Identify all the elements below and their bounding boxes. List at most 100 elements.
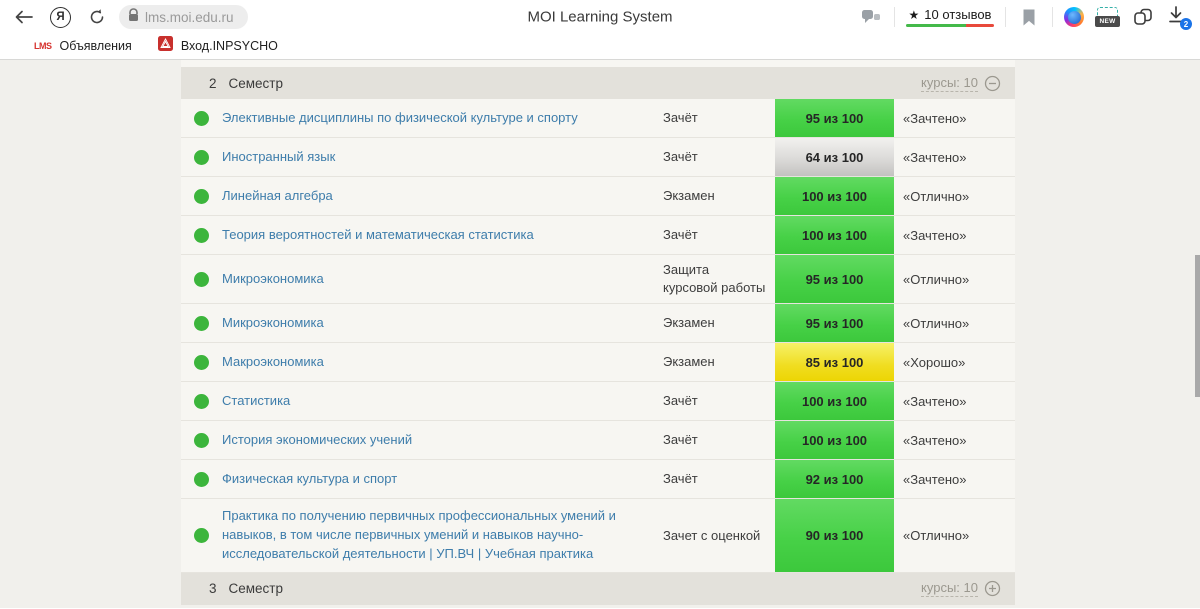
- course-row: Микроэкономика Защита курсовой работы 95…: [181, 255, 1015, 304]
- status-dot-icon: [194, 228, 209, 243]
- course-link[interactable]: Линейная алгебра: [222, 187, 333, 206]
- status-dot-icon: [194, 272, 209, 287]
- bookmark-inpsycho[interactable]: Вход.INPSYCHO: [158, 36, 278, 56]
- score-badge: 100 из 100: [775, 382, 894, 420]
- bookmarks-bar: LMS Объявления Вход.INPSYCHO: [0, 34, 1200, 60]
- reviews-count: 10 отзывов: [924, 7, 991, 22]
- course-link[interactable]: История экономических учений: [222, 431, 412, 450]
- extension-globe-icon[interactable]: [1064, 7, 1084, 27]
- control-type: Экзамен: [663, 177, 775, 215]
- collapse-minus-icon[interactable]: [984, 75, 1001, 92]
- control-type: Защита курсовой работы: [663, 255, 775, 303]
- star-icon: ★: [909, 8, 920, 22]
- score-badge: 100 из 100: [775, 421, 894, 459]
- grade-text: «Зачтено»: [894, 99, 1015, 137]
- control-type: Зачёт: [663, 421, 775, 459]
- lms-page: 2 Семестр курсы: 10 Элективные дисциплин…: [0, 60, 1200, 608]
- course-row: Физическая культура и спорт Зачёт 92 из …: [181, 460, 1015, 499]
- reviews-widget[interactable]: ★ 10 отзывов: [906, 7, 994, 27]
- score-badge: 95 из 100: [775, 255, 894, 303]
- grade-text: «Отлично»: [894, 499, 1015, 572]
- control-type: Зачёт: [663, 216, 775, 254]
- grade-text: «Зачтено»: [894, 382, 1015, 420]
- new-extension-icon[interactable]: NEW: [1095, 7, 1120, 27]
- status-dot-icon: [194, 355, 209, 370]
- status-dot-icon: [194, 316, 209, 331]
- inpsycho-favicon-icon: [158, 36, 173, 56]
- yandex-logo-icon[interactable]: Я: [50, 7, 71, 28]
- course-link[interactable]: Микроэкономика: [222, 270, 324, 289]
- downloads-badge: 2: [1180, 18, 1192, 30]
- course-row: Линейная алгебра Экзамен 100 из 100 «Отл…: [181, 177, 1015, 216]
- divider: [894, 7, 895, 27]
- address-bar[interactable]: lms.moi.edu.ru: [119, 5, 248, 29]
- control-type: Зачёт: [663, 382, 775, 420]
- course-link[interactable]: Иностранный язык: [222, 148, 335, 167]
- score-badge: 100 из 100: [775, 216, 894, 254]
- divider: [1005, 7, 1006, 27]
- status-dot-icon: [194, 433, 209, 448]
- reviews-rating-bar: [906, 24, 994, 27]
- control-type: Зачёт: [663, 138, 775, 176]
- collections-icon[interactable]: [1131, 5, 1155, 29]
- grade-text: «Отлично»: [894, 304, 1015, 342]
- expand-plus-icon[interactable]: [984, 580, 1001, 597]
- course-row: Макроэкономика Экзамен 85 из 100 «Хорошо…: [181, 343, 1015, 382]
- url-text: lms.moi.edu.ru: [145, 10, 234, 25]
- grade-text: «Зачтено»: [894, 138, 1015, 176]
- control-type: Экзамен: [663, 304, 775, 342]
- course-row: Элективные дисциплины по физической куль…: [181, 99, 1015, 138]
- downloads-icon[interactable]: 2: [1166, 5, 1190, 29]
- refresh-icon[interactable]: [85, 5, 109, 29]
- control-type: Зачет с оценкой: [663, 499, 775, 572]
- grade-text: «Отлично»: [894, 177, 1015, 215]
- bookmark-flag-icon[interactable]: [1017, 5, 1041, 29]
- status-dot-icon: [194, 111, 209, 126]
- course-link[interactable]: Микроэкономика: [222, 314, 324, 333]
- course-row: История экономических учений Зачёт 100 и…: [181, 421, 1015, 460]
- grade-text: «Зачтено»: [894, 460, 1015, 498]
- control-type: Экзамен: [663, 343, 775, 381]
- gradebook: 2 Семестр курсы: 10 Элективные дисциплин…: [181, 60, 1015, 605]
- lms-favicon-icon: LMS: [34, 41, 52, 51]
- grade-text: «Зачтено»: [894, 421, 1015, 459]
- course-link[interactable]: Элективные дисциплины по физической куль…: [222, 109, 578, 128]
- score-badge: 90 из 100: [775, 499, 894, 572]
- course-row: Теория вероятностей и математическая ста…: [181, 216, 1015, 255]
- status-dot-icon: [194, 150, 209, 165]
- grade-text: «Хорошо»: [894, 343, 1015, 381]
- status-dot-icon: [194, 472, 209, 487]
- vertical-scrollbar[interactable]: [1195, 255, 1200, 397]
- grades-table: Элективные дисциплины по физической куль…: [181, 99, 1015, 573]
- semester-2-courses-link[interactable]: курсы: 10: [921, 75, 978, 92]
- course-link[interactable]: Статистика: [222, 392, 290, 411]
- semester-2-header: 2 Семестр курсы: 10: [181, 67, 1015, 99]
- browser-toolbar: Я lms.moi.edu.ru MOI Learning System ★ 1…: [0, 0, 1200, 34]
- control-type: Зачёт: [663, 460, 775, 498]
- status-dot-icon: [194, 394, 209, 409]
- score-badge: 85 из 100: [775, 343, 894, 381]
- course-link[interactable]: Теория вероятностей и математическая ста…: [222, 226, 534, 245]
- score-badge: 92 из 100: [775, 460, 894, 498]
- course-link[interactable]: Практика по получению первичных професси…: [222, 507, 645, 564]
- back-icon[interactable]: [12, 5, 36, 29]
- course-row: Иностранный язык Зачёт 64 из 100 «Зачтен…: [181, 138, 1015, 177]
- grade-text: «Отлично»: [894, 255, 1015, 303]
- score-badge: 100 из 100: [775, 177, 894, 215]
- previous-row-sliver: [181, 60, 1015, 67]
- course-link[interactable]: Макроэкономика: [222, 353, 324, 372]
- chat-icon[interactable]: [859, 5, 883, 29]
- grade-text: «Зачтено»: [894, 216, 1015, 254]
- course-row: Статистика Зачёт 100 из 100 «Зачтено»: [181, 382, 1015, 421]
- lock-icon: [128, 8, 139, 27]
- score-badge: 95 из 100: [775, 304, 894, 342]
- status-dot-icon: [194, 189, 209, 204]
- course-row: Микроэкономика Экзамен 95 из 100 «Отличн…: [181, 304, 1015, 343]
- semester-3-header: 3 Семестр курсы: 10: [181, 573, 1015, 605]
- course-row: Практика по получению первичных професси…: [181, 499, 1015, 573]
- semester-3-courses-link[interactable]: курсы: 10: [921, 580, 978, 597]
- page-title: MOI Learning System: [527, 9, 672, 26]
- course-link[interactable]: Физическая культура и спорт: [222, 470, 397, 489]
- control-type: Зачёт: [663, 99, 775, 137]
- bookmark-announcements[interactable]: LMS Объявления: [34, 39, 132, 53]
